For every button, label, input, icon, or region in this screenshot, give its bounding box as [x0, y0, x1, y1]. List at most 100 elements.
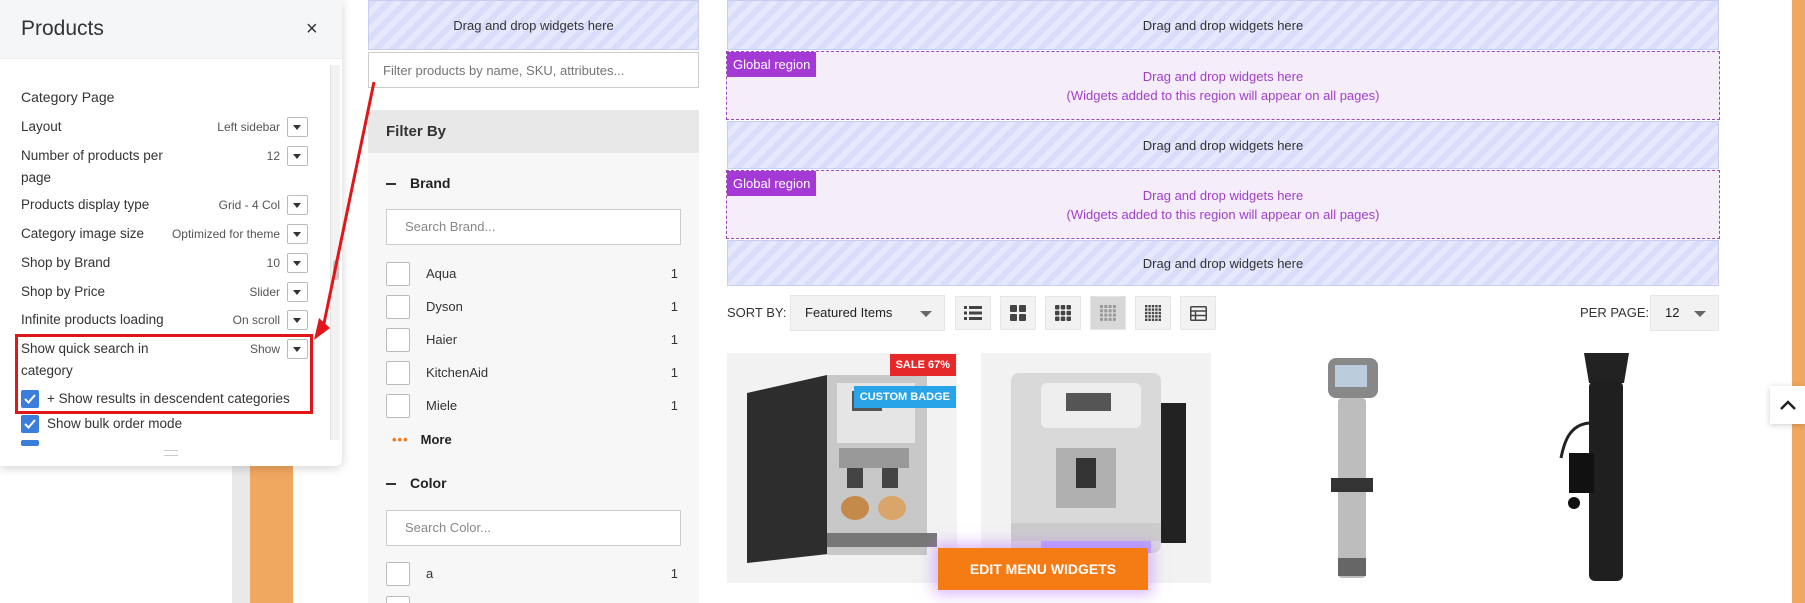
more-brands-link[interactable]: ••• More: [392, 432, 452, 447]
setting-dropdown[interactable]: [287, 253, 308, 273]
sous-vide-black-image: [1559, 353, 1629, 581]
option-count: 1: [670, 266, 678, 281]
panel-scrollbar[interactable]: [330, 65, 340, 440]
checkbox-label: Show bulk order mode: [47, 416, 183, 431]
table-icon: [1189, 305, 1207, 321]
checkbox[interactable]: [386, 328, 410, 352]
setting-label: Products display type: [21, 197, 150, 212]
option-label: Haier: [426, 332, 458, 347]
scroll-to-top-button[interactable]: [1770, 386, 1805, 424]
setting-dropdown[interactable]: [287, 146, 308, 166]
close-icon[interactable]: ×: [306, 18, 318, 41]
sort-by-label: SORT BY:: [727, 305, 787, 320]
setting-value: Grid - 4 Col: [218, 198, 280, 212]
color-option[interactable]: a1: [386, 562, 678, 586]
global-region-line2: (Widgets added to this region will appea…: [1066, 87, 1380, 103]
partial-checkbox[interactable]: [21, 440, 39, 446]
brand-section-toggle[interactable]: Brand: [386, 175, 450, 191]
option-label: Dyson: [426, 299, 463, 314]
setting-label: Shop by Brand: [21, 255, 111, 270]
option-count: 1: [670, 332, 678, 347]
product-card[interactable]: SALE 67% CUSTOM BADGE: [727, 353, 957, 583]
panel-scroll-thumb[interactable]: [333, 260, 339, 280]
check-icon: [24, 419, 36, 429]
dropzone-main-1[interactable]: Drag and drop widgets here: [727, 0, 1719, 50]
global-region-2[interactable]: Global region Drag and drop widgets here…: [726, 170, 1720, 239]
per-page-value: 12: [1665, 305, 1680, 320]
per-page-label: PER PAGE:: [1580, 305, 1650, 320]
option-count: 1: [670, 566, 678, 581]
setting-dropdown[interactable]: [287, 310, 308, 330]
dropzone-label: Drag and drop widgets here: [453, 17, 614, 33]
more-dots-icon: •••: [392, 432, 409, 447]
global-region-tag: Global region: [727, 52, 817, 77]
filter-products-input[interactable]: [368, 52, 699, 88]
dropzone-main-2[interactable]: Drag and drop widgets here: [727, 121, 1719, 169]
dropzone-label: Drag and drop widgets here: [1142, 137, 1304, 153]
edit-menu-widgets-button[interactable]: EDIT MENU WIDGETS: [938, 548, 1148, 590]
collapse-icon: [386, 483, 396, 486]
checkbox[interactable]: [386, 295, 410, 319]
global-region-1[interactable]: Global region Drag and drop widgets here…: [726, 51, 1720, 120]
color-section-toggle[interactable]: Color: [386, 475, 447, 491]
setting-dropdown[interactable]: [287, 282, 308, 302]
setting-value: 10: [266, 256, 280, 270]
view-grid-5-button[interactable]: [1135, 296, 1171, 330]
view-grid-4-button[interactable]: [1090, 296, 1126, 330]
list-icon: [964, 306, 982, 320]
panel-title: Products: [21, 17, 104, 40]
checkbox[interactable]: [386, 596, 410, 603]
setting-dropdown[interactable]: [287, 195, 308, 215]
checkbox[interactable]: [386, 361, 410, 385]
brand-option[interactable]: Dyson 1: [386, 295, 678, 319]
global-region-tag: Global region: [727, 171, 817, 196]
view-grid-3-button[interactable]: [1045, 296, 1081, 330]
products-settings-panel: Products × Category Page Layout Left sid…: [0, 0, 342, 466]
global-region-line2: (Widgets added to this region will appea…: [1066, 206, 1380, 222]
option-label: Aqua: [426, 266, 457, 281]
bulk-order-checkbox[interactable]: [21, 415, 39, 433]
dropzone-left[interactable]: Drag and drop widgets here: [368, 0, 699, 50]
sort-value: Featured Items: [805, 305, 893, 320]
checkbox[interactable]: [386, 262, 410, 286]
brand-option[interactable]: Miele 1: [386, 394, 678, 418]
resize-grip-icon[interactable]: [164, 450, 178, 456]
setting-dropdown[interactable]: [287, 224, 308, 244]
checkbox[interactable]: [386, 562, 410, 586]
grid-5-icon: [1145, 305, 1161, 321]
sous-vide-silver-image: [1328, 358, 1378, 578]
dropzone-main-3[interactable]: Drag and drop widgets here: [727, 240, 1719, 286]
sort-select[interactable]: Featured Items: [790, 295, 945, 331]
category-page-heading: Category Page: [21, 89, 115, 105]
setting-label: Number of products per page: [21, 148, 163, 185]
view-list-button[interactable]: [955, 296, 991, 330]
brand-option[interactable]: KitchenAid 1: [386, 361, 678, 385]
dropzone-label: Drag and drop widgets here: [1142, 255, 1304, 271]
product-card[interactable]: [1235, 353, 1465, 583]
setting-label: Layout: [21, 119, 62, 134]
setting-label: Shop by Price: [21, 284, 106, 299]
chevron-down-icon: [920, 311, 932, 317]
brand-option[interactable]: Aqua 1: [386, 262, 678, 286]
option-count: 1: [670, 398, 678, 413]
annotation-highlight: [15, 334, 313, 414]
view-table-button[interactable]: [1180, 296, 1216, 330]
setting-label: Category image size: [21, 226, 145, 241]
page-root: Drag and drop widgets here Filter By Bra…: [0, 0, 1805, 603]
option-label: KitchenAid: [426, 365, 489, 380]
product-card[interactable]: [1489, 353, 1719, 583]
collapse-icon: [386, 183, 396, 186]
option-count: 1: [670, 365, 678, 380]
view-grid-2-button[interactable]: [1000, 296, 1036, 330]
brand-search-input[interactable]: Search Brand...: [386, 209, 681, 245]
per-page-select[interactable]: 12: [1650, 295, 1719, 331]
option-label: Miele: [426, 398, 458, 413]
checkbox[interactable]: [386, 394, 410, 418]
grid-4-icon: [1100, 305, 1116, 321]
option-count: 1: [670, 299, 678, 314]
color-option-partial[interactable]: [386, 596, 678, 603]
color-search-input[interactable]: Search Color...: [386, 510, 681, 546]
brand-option[interactable]: Haier 1: [386, 328, 678, 352]
sale-badge: SALE 67%: [889, 354, 956, 376]
setting-dropdown[interactable]: [287, 117, 308, 137]
